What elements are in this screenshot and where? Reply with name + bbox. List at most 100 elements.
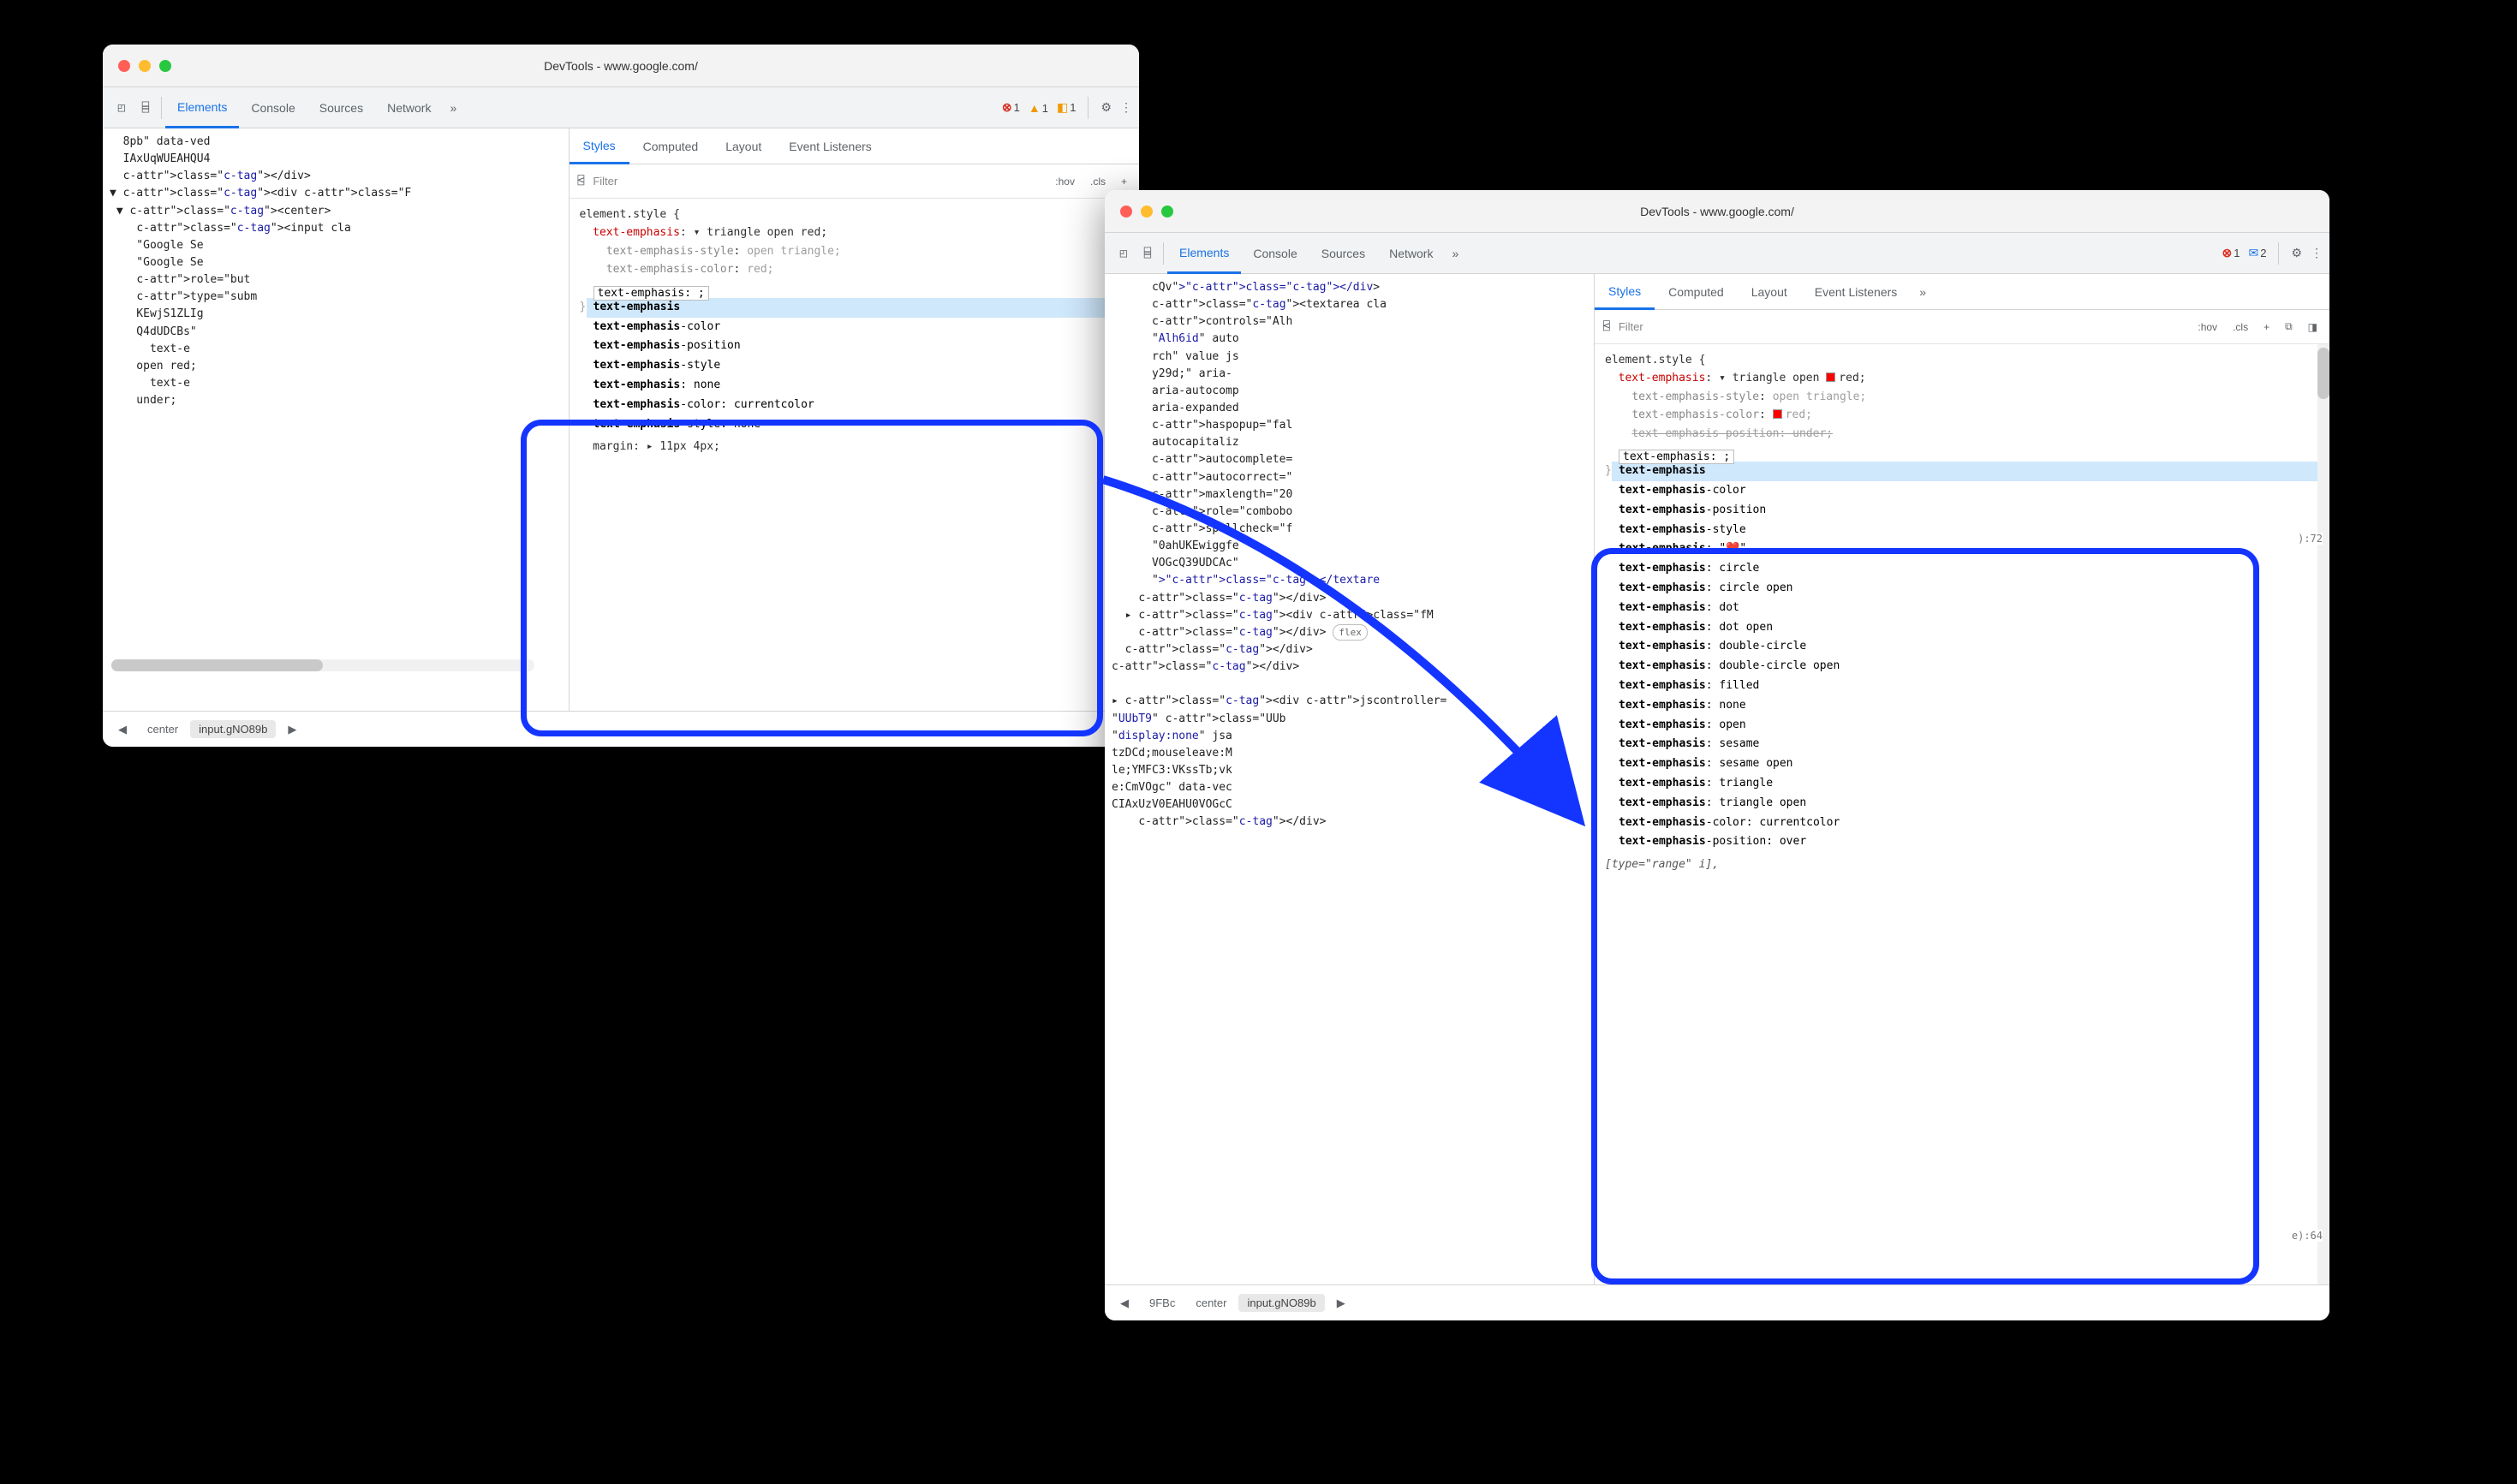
autocomplete-item[interactable]: text-emphasis-position (1612, 501, 2329, 521)
breadcrumb-left-arrow-icon[interactable]: ◀ (110, 720, 135, 739)
autocomplete-item[interactable]: text-emphasis-style (587, 356, 1140, 376)
more-tabs-icon[interactable]: » (1445, 247, 1465, 260)
autocomplete-item[interactable]: text-emphasis: sesame open (1612, 754, 2329, 774)
styles-panel: Styles Computed Layout Event Listeners ⍃… (570, 128, 1140, 711)
cls-button[interactable]: .cls (2229, 319, 2252, 335)
issues-indicator[interactable]: ◧1 (1057, 100, 1076, 115)
autocomplete-item[interactable]: text-emphasis-color (1612, 481, 2329, 501)
zoom-icon[interactable] (159, 60, 171, 72)
autocomplete-item[interactable]: text-emphasis-position: over (1612, 832, 2329, 852)
traffic-lights[interactable] (1105, 206, 1173, 218)
more-tabs-icon[interactable]: » (1911, 285, 1935, 299)
autocomplete-item[interactable]: text-emphasis-color (587, 318, 1140, 337)
vertical-scrollbar[interactable] (2317, 344, 2329, 1284)
autocomplete-popup[interactable]: text-emphasistext-emphasis-colortext-emp… (1595, 462, 2329, 852)
more-tabs-icon[interactable]: » (443, 101, 463, 115)
styles-body[interactable]: element.style { text-emphasis: ▾ triangl… (1595, 344, 2329, 1284)
autocomplete-item[interactable]: text-emphasis-color: currentcolor (1612, 814, 2329, 833)
autocomplete-item[interactable]: text-emphasis: triangle (1612, 774, 2329, 794)
autocomplete-item[interactable]: text-emphasis (1612, 462, 2329, 481)
settings-icon[interactable]: ⚙ (1100, 100, 1112, 115)
autocomplete-item[interactable]: text-emphasis: triangle open (1612, 794, 2329, 814)
minimize-icon[interactable] (139, 60, 151, 72)
kebab-icon[interactable]: ⋮ (2311, 246, 2323, 260)
tab-elements[interactable]: Elements (1167, 234, 1241, 274)
tab-layout[interactable]: Layout (712, 128, 775, 164)
close-icon[interactable] (1120, 206, 1132, 218)
error-indicator[interactable]: ⊗1 (1002, 100, 1020, 115)
breadcrumb-right-arrow-icon[interactable]: ▶ (1328, 1294, 1354, 1313)
toggle-panel-icon[interactable]: ◨ (2305, 319, 2321, 335)
elements-panel[interactable]: cQv">"c-attr">class="c-tag"></div> c-att… (1105, 274, 1595, 1284)
tab-layout[interactable]: Layout (1738, 274, 1801, 309)
styles-body[interactable]: element.style { text-emphasis: ▾ triangl… (570, 199, 1140, 711)
autocomplete-item[interactable]: text-emphasis: double-circle (1612, 637, 2329, 657)
breadcrumb-item[interactable]: 9FBc (1141, 1294, 1184, 1312)
traffic-lights[interactable] (103, 60, 171, 72)
breadcrumb-right-arrow-icon[interactable]: ▶ (279, 720, 305, 739)
tab-event-listeners[interactable]: Event Listeners (1801, 274, 1912, 309)
tab-sources[interactable]: Sources (307, 87, 375, 128)
close-icon[interactable] (118, 60, 130, 72)
kebab-icon[interactable]: ⋮ (1120, 100, 1132, 115)
autocomplete-item[interactable]: text-emphasis-style (1612, 521, 2329, 540)
error-indicator[interactable]: ⊗1 (2222, 246, 2240, 260)
hov-button[interactable]: :hov (2194, 319, 2221, 335)
zoom-icon[interactable] (1161, 206, 1173, 218)
tab-console[interactable]: Console (1241, 233, 1309, 273)
breadcrumb-item[interactable]: center (139, 720, 187, 738)
autocomplete-item[interactable]: text-emphasis: "❤️" (1612, 539, 2329, 559)
hov-button[interactable]: :hov (1052, 174, 1078, 189)
breadcrumb-item-selected[interactable]: input.gNO89b (190, 720, 276, 738)
inspect-icon[interactable]: ◰ (110, 101, 134, 115)
autocomplete-item[interactable]: text-emphasis: double-circle open (1612, 657, 2329, 676)
autocomplete-item[interactable]: text-emphasis: sesame (1612, 735, 2329, 754)
autocomplete-item[interactable]: text-emphasis: dot (1612, 599, 2329, 618)
breadcrumb-left-arrow-icon[interactable]: ◀ (1112, 1294, 1137, 1313)
autocomplete-item[interactable]: text-emphasis: dot open (1612, 618, 2329, 638)
warning-indicator[interactable]: ▲1 (1029, 101, 1048, 115)
autocomplete-item[interactable]: text-emphasis: circle open (1612, 579, 2329, 599)
device-icon[interactable]: ⌸ (1136, 247, 1160, 260)
tab-event-listeners[interactable]: Event Listeners (775, 128, 886, 164)
breadcrumb-item-selected[interactable]: input.gNO89b (1238, 1294, 1324, 1312)
cls-button[interactable]: .cls (1087, 174, 1109, 189)
settings-icon[interactable]: ⚙ (2291, 246, 2302, 260)
window-title: DevTools - www.google.com/ (1105, 205, 2329, 218)
filter-icon[interactable]: ⍃ (1603, 320, 1610, 333)
titlebar: DevTools - www.google.com/ (103, 45, 1139, 87)
autocomplete-item[interactable]: text-emphasis: none (587, 376, 1140, 396)
breadcrumb-item[interactable]: center (1187, 1294, 1235, 1312)
tab-elements[interactable]: Elements (165, 88, 239, 128)
breadcrumb-bar: ◀ center input.gNO89b ▶ (103, 711, 1139, 747)
autocomplete-item[interactable]: text-emphasis: filled (1612, 676, 2329, 696)
autocomplete-item[interactable]: text-emphasis-color: currentcolor (587, 396, 1140, 415)
tab-computed[interactable]: Computed (629, 128, 713, 164)
autocomplete-item[interactable]: text-emphasis-position (587, 337, 1140, 356)
tab-styles[interactable]: Styles (570, 129, 629, 164)
styles-filter-input[interactable]: Filter (593, 175, 1043, 188)
device-icon[interactable]: ⌸ (134, 101, 158, 115)
autocomplete-item[interactable]: text-emphasis: circle (1612, 559, 2329, 579)
horizontal-scrollbar[interactable] (111, 659, 534, 671)
tab-computed[interactable]: Computed (1655, 274, 1738, 309)
inspect-icon[interactable]: ◰ (1112, 247, 1136, 260)
minimize-icon[interactable] (1141, 206, 1153, 218)
new-rule-button[interactable]: + (1118, 174, 1130, 189)
autocomplete-item[interactable]: text-emphasis-style: none (587, 415, 1140, 435)
filter-icon[interactable]: ⍃ (578, 175, 585, 188)
tab-network[interactable]: Network (1377, 233, 1445, 273)
messages-indicator[interactable]: ✉2 (2248, 246, 2266, 260)
styles-filter-input[interactable]: Filter (1619, 320, 2186, 333)
autocomplete-item[interactable]: text-emphasis: open (1612, 716, 2329, 736)
tab-console[interactable]: Console (239, 87, 307, 128)
new-rule-button[interactable]: + (2260, 319, 2273, 335)
elements-panel[interactable]: 8pb" data-ved IAxUqWUEAHQU4 c-attr">clas… (103, 128, 570, 711)
autocomplete-popup[interactable]: text-emphasistext-emphasis-colortext-emp… (570, 298, 1140, 435)
tab-sources[interactable]: Sources (1309, 233, 1377, 273)
computed-styles-sidebar-icon[interactable]: ⧉ (2281, 319, 2296, 335)
tab-styles[interactable]: Styles (1595, 275, 1655, 310)
tab-network[interactable]: Network (375, 87, 443, 128)
autocomplete-item[interactable]: text-emphasis: none (1612, 696, 2329, 716)
autocomplete-item[interactable]: text-emphasis (587, 298, 1140, 318)
